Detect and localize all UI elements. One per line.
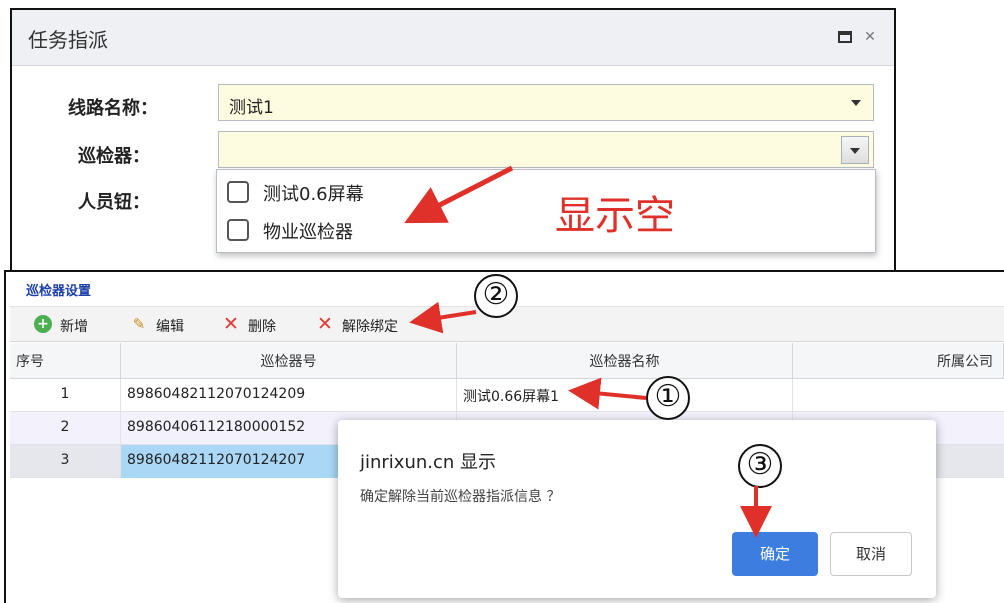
- add-label: 新增: [60, 319, 88, 335]
- column-header[interactable]: 序号: [10, 343, 121, 379]
- inspector-label: 巡检器：: [78, 146, 150, 167]
- option-checkbox[interactable]: [227, 219, 249, 241]
- option-label: 测试0.6屏幕: [263, 184, 364, 205]
- inspector-number: 89860482112070124209: [121, 379, 457, 412]
- add-icon: +: [34, 315, 52, 333]
- confirm-dialog: jinrixun.cn 显示 确定解除当前巡检器指派信息 ？ 确定 取消: [338, 420, 936, 598]
- column-header[interactable]: 所属公司: [793, 343, 1004, 379]
- edit-label: 编辑: [156, 319, 184, 335]
- annotation-empty-note: 显示空: [555, 193, 675, 239]
- row-index: 1: [10, 379, 121, 412]
- confirm-ok-button[interactable]: 确定: [732, 532, 818, 576]
- window-title: 任务指派: [28, 28, 108, 52]
- step-2-marker: ②: [474, 274, 518, 318]
- confirm-title: jinrixun.cn 显示: [360, 452, 497, 473]
- close-icon[interactable]: ✕: [862, 29, 878, 45]
- column-header[interactable]: 巡检器名称: [457, 343, 793, 379]
- column-header[interactable]: 巡检器号: [121, 343, 457, 379]
- delete-label: 删除: [248, 319, 276, 335]
- inspector-name: 测试0.66屏幕1: [457, 379, 793, 412]
- edit-button[interactable]: ✎ 编辑: [130, 315, 200, 337]
- maximize-icon[interactable]: [838, 31, 852, 43]
- delete-icon: ✕: [223, 313, 239, 335]
- confirm-message: 确定解除当前巡检器指派信息 ？: [360, 489, 561, 505]
- edit-icon: ✎: [132, 315, 146, 333]
- dropdown-toggle-button[interactable]: [841, 136, 869, 164]
- step-3-marker: ③: [738, 444, 782, 488]
- company: [793, 379, 1004, 412]
- route-name-value: 测试1: [229, 98, 274, 118]
- add-button[interactable]: + 新增: [34, 315, 104, 337]
- route-name-select[interactable]: 测试1: [218, 84, 874, 121]
- route-name-label: 线路名称：: [68, 98, 158, 119]
- inspector-select[interactable]: [218, 131, 874, 168]
- option-label: 物业巡检器: [263, 222, 353, 243]
- unbind-label: 解除绑定: [342, 319, 398, 335]
- window-titlebar: 任务指派 ✕: [12, 10, 894, 66]
- unbind-icon: ✕: [317, 313, 333, 335]
- panel-title: 巡检器设置: [26, 284, 92, 299]
- unbind-button[interactable]: ✕ 解除绑定: [316, 315, 426, 337]
- person-button-label: 人员钮：: [78, 192, 150, 213]
- row-index: 2: [10, 412, 121, 445]
- delete-button[interactable]: ✕ 删除: [222, 315, 292, 337]
- chevron-down-icon[interactable]: [851, 100, 861, 106]
- confirm-cancel-button[interactable]: 取消: [830, 532, 912, 576]
- option-checkbox[interactable]: [227, 181, 249, 203]
- chevron-down-icon: [850, 148, 860, 154]
- inspector-dropdown-list: 测试0.6屏幕 物业巡检器: [216, 169, 876, 253]
- step-1-marker: ①: [646, 376, 690, 420]
- row-index: 3: [10, 445, 121, 478]
- table-row[interactable]: 1 89860482112070124209 测试0.66屏幕1: [10, 379, 1004, 412]
